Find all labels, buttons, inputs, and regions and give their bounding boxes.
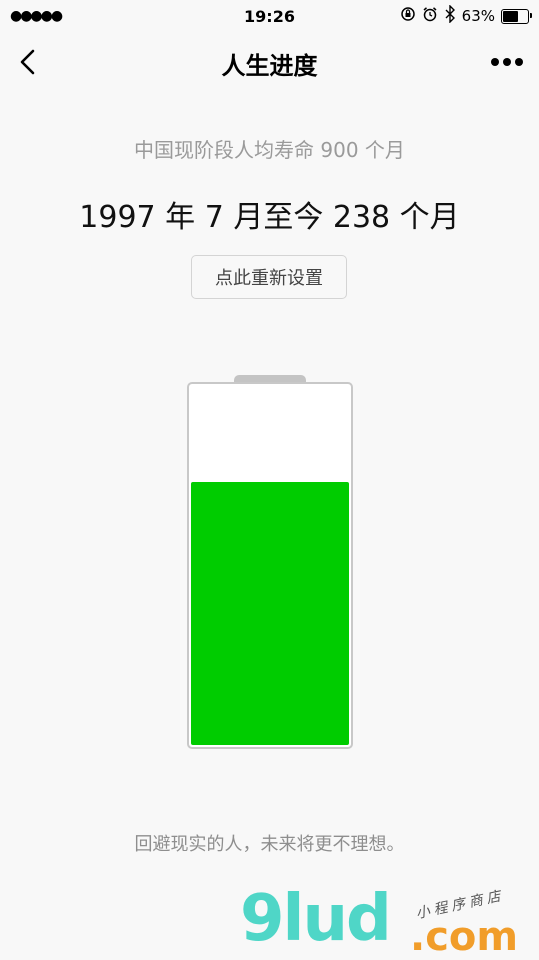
quote-text: 回避现实的人，未来将更不理想。: [134, 834, 405, 855]
lifespan-text: 中国现阶段人均寿命 900 个月: [134, 138, 405, 162]
more-dots-icon: [491, 58, 523, 66]
more-button[interactable]: [487, 46, 527, 78]
battery-level-fill: [503, 10, 519, 22]
elapsed-months-text: 1997 年 7 月至今 238 个月: [79, 200, 460, 235]
reset-settings-button[interactable]: 点此重新设置: [191, 255, 347, 299]
nav-bar: 人生进度: [0, 34, 539, 90]
battery-percent: 63%: [461, 7, 495, 25]
alarm-icon: [422, 6, 438, 26]
page-title: 人生进度: [221, 52, 318, 80]
battery-icon: [501, 8, 532, 24]
remaining-life-fill: [191, 481, 349, 745]
status-icons: 63%: [400, 4, 532, 27]
watermark-main: 9lud: [240, 882, 392, 956]
status-bar: ●●●●● 19:26 63%: [0, 0, 539, 34]
watermark-tld: .com: [410, 914, 519, 960]
bluetooth-icon: [444, 4, 456, 27]
life-progress-battery: [187, 382, 353, 749]
watermark-logo: 9lud 小程序商店 .com: [240, 882, 539, 960]
orientation-lock-icon: [400, 6, 416, 26]
